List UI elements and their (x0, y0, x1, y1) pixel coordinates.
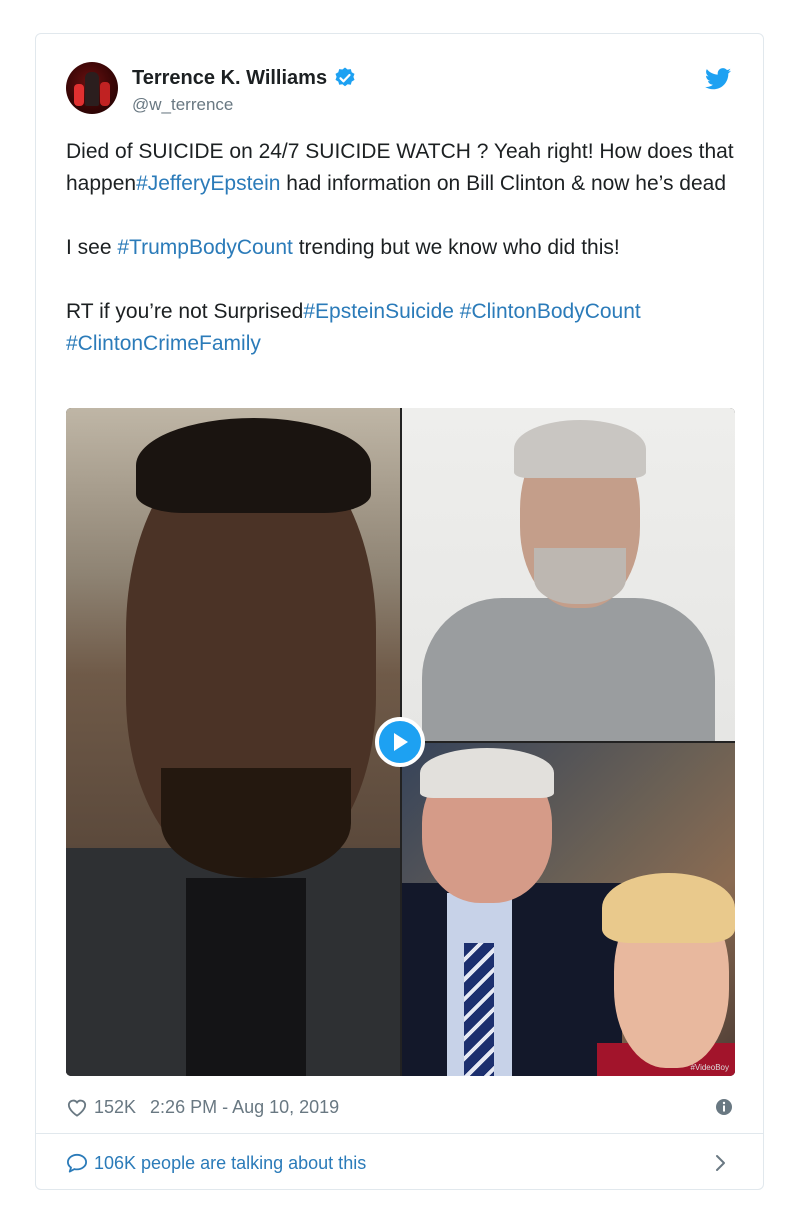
tweet-text-segment: RT if you’re not Surprised (66, 300, 304, 323)
thumbnail-bottom-right-panel: #VideoBoy (402, 743, 735, 1076)
author-handle[interactable]: @w_terrence (132, 95, 357, 115)
tweet-header: Terrence K. Williams @w_terrence (66, 62, 733, 118)
play-icon (394, 733, 408, 751)
thumbnail-top-right-panel (402, 408, 735, 741)
divider (36, 1133, 763, 1134)
avatar[interactable] (66, 62, 118, 114)
heart-icon[interactable] (66, 1097, 88, 1117)
twitter-bird-icon[interactable] (705, 68, 731, 90)
tweet-text-segment: had information on Bill Clinton & now he… (280, 172, 727, 195)
play-button[interactable] (375, 717, 425, 767)
hashtag-link[interactable]: #ClintonBodyCount (460, 300, 641, 323)
chevron-right-icon[interactable] (715, 1154, 727, 1172)
speech-bubble-icon (67, 1153, 87, 1173)
conversation-link[interactable]: 106K people are talking about this (66, 1146, 733, 1180)
info-icon[interactable] (715, 1098, 733, 1116)
verified-badge-icon (335, 67, 355, 87)
tweet-text-segment: I see (66, 236, 118, 259)
watermark: #VideoBoy (690, 1063, 729, 1072)
thumbnail-left-panel (66, 408, 400, 1076)
tweet-meta: 152K 2:26 PM - Aug 10, 2019 (66, 1092, 733, 1122)
hashtag-link[interactable]: #JefferyEpstein (136, 172, 280, 195)
author-name[interactable]: Terrence K. Williams (132, 67, 327, 90)
tweet-paragraph-3: RT if you’re not Surprised#EpsteinSuicid… (66, 296, 736, 360)
hashtag-link[interactable]: #EpsteinSuicide (303, 300, 454, 323)
like-count[interactable]: 152K (94, 1097, 136, 1118)
hashtag-link[interactable]: #TrumpBodyCount (117, 236, 292, 259)
talking-count-text[interactable]: 106K people are talking about this (94, 1153, 366, 1174)
tweet-card: Terrence K. Williams @w_terrence Died of… (35, 33, 764, 1190)
author-block[interactable]: Terrence K. Williams @w_terrence (132, 66, 357, 115)
tweet-text-segment: trending but we know who did this! (292, 236, 620, 259)
tweet-text: Died of SUICIDE on 24/7 SUICIDE WATCH ? … (66, 136, 736, 392)
hashtag-link[interactable]: #ClintonCrimeFamily (66, 332, 261, 355)
video-thumbnail[interactable]: #VideoBoy (66, 408, 735, 1076)
tweet-paragraph-2: I see #TrumpBodyCount trending but we kn… (66, 232, 736, 264)
tweet-paragraph-1: Died of SUICIDE on 24/7 SUICIDE WATCH ? … (66, 136, 736, 200)
tweet-timestamp[interactable]: 2:26 PM - Aug 10, 2019 (150, 1097, 339, 1118)
